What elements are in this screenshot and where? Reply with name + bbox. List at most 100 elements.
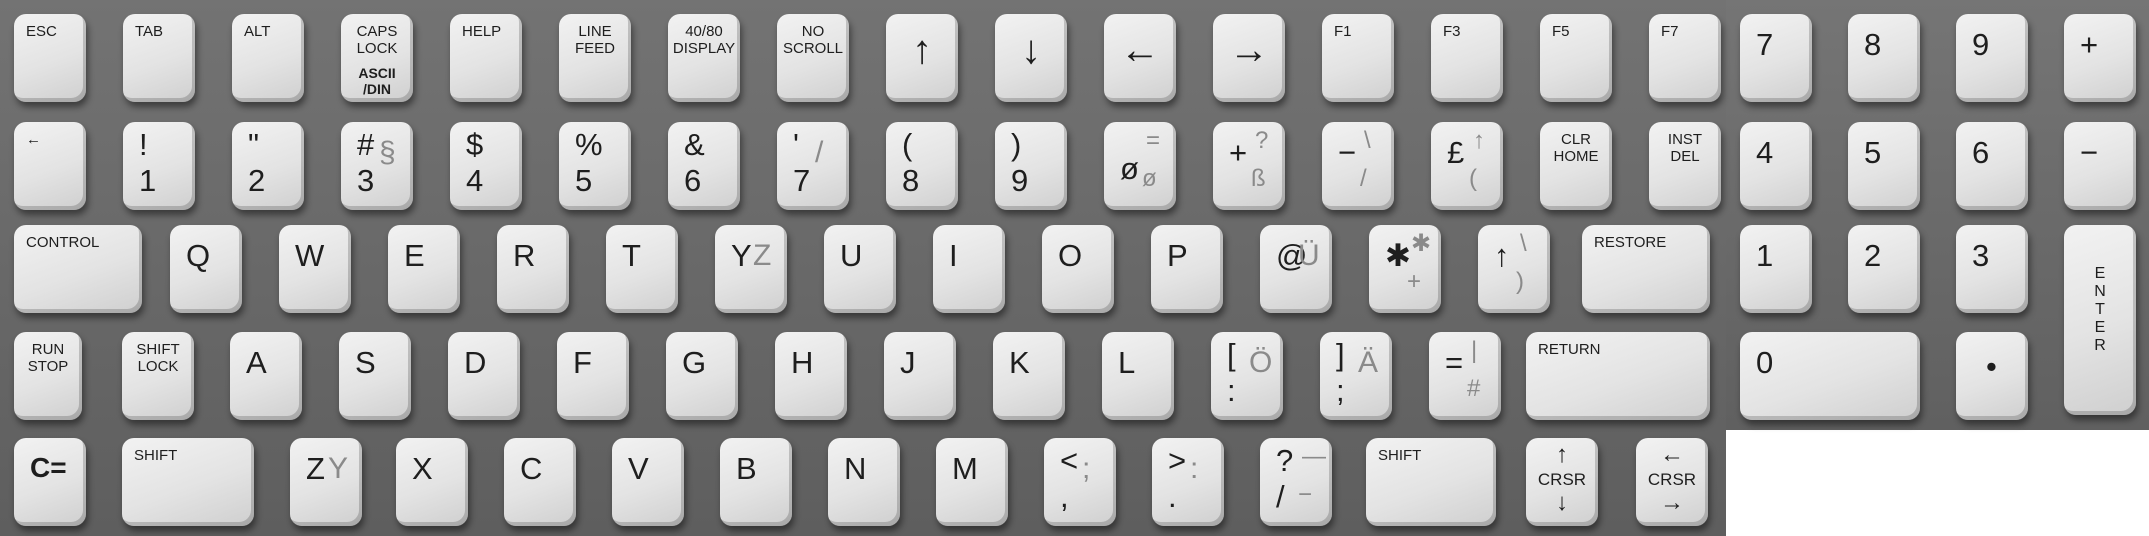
key-np-dot[interactable]: • <box>1956 332 2028 420</box>
key-l[interactable]: L <box>1102 332 1174 420</box>
key-up[interactable]: ↑ <box>886 14 958 102</box>
key-slash[interactable]: ? / — − <box>1260 438 1332 526</box>
key-q[interactable]: Q <box>170 225 242 313</box>
key-shift-left[interactable]: SHIFT <box>122 438 254 526</box>
key-k[interactable]: K <box>993 332 1065 420</box>
key-comma[interactable]: <,; <box>1044 438 1116 526</box>
key-p[interactable]: P <box>1151 225 1223 313</box>
key-secondary-legend: 4 <box>466 163 484 198</box>
key-tab[interactable]: TAB <box>123 14 195 102</box>
key-y[interactable]: YZ <box>715 225 787 313</box>
key-v[interactable]: V <box>612 438 684 526</box>
key-1[interactable]: ! 1 <box>123 122 195 210</box>
key-primary-legend: 7 <box>1756 27 1774 62</box>
key-o[interactable]: O <box>1042 225 1114 313</box>
key-m[interactable]: M <box>936 438 1008 526</box>
key-np0[interactable]: 0 <box>1740 332 1920 420</box>
key-np3[interactable]: 3 <box>1956 225 2028 313</box>
key-h[interactable]: H <box>775 332 847 420</box>
key-run-stop[interactable]: RUN STOP <box>14 332 82 420</box>
key-j[interactable]: J <box>884 332 956 420</box>
key-control[interactable]: CONTROL <box>14 225 142 313</box>
key-n[interactable]: N <box>828 438 900 526</box>
key-commodore[interactable]: C= <box>14 438 86 526</box>
key-crsr-updown[interactable]: ↑ CRSR ↓ <box>1526 438 1598 526</box>
key-line-feed[interactable]: LINE FEED <box>559 14 631 102</box>
key-5[interactable]: % 5 <box>559 122 631 210</box>
key-a[interactable]: A <box>230 332 302 420</box>
key-r[interactable]: R <box>497 225 569 313</box>
key-e[interactable]: E <box>388 225 460 313</box>
key-alt[interactable]: ALT <box>232 14 304 102</box>
key-t[interactable]: T <box>606 225 678 313</box>
key-8[interactable]: (8 <box>886 122 958 210</box>
key-left[interactable]: ← <box>1104 14 1176 102</box>
key-z[interactable]: ZY <box>290 438 362 526</box>
key-shift-lock[interactable]: SHIFT LOCK <box>122 332 194 420</box>
key-primary-legend: E <box>404 238 425 273</box>
key-c[interactable]: C <box>504 438 576 526</box>
key-u[interactable]: U <box>824 225 896 313</box>
key-alt-top-legend: ↑ <box>1473 127 1485 154</box>
key-return[interactable]: RETURN <box>1526 332 1710 420</box>
key-np2[interactable]: 2 <box>1848 225 1920 313</box>
key-at[interactable]: @ Ü <box>1260 225 1332 313</box>
key-np9[interactable]: 9 <box>1956 14 2028 102</box>
key-inst-del[interactable]: INST DEL <box>1649 122 1721 210</box>
key-no-scroll[interactable]: NO SCROLL <box>777 14 849 102</box>
key-f3[interactable]: F3 <box>1431 14 1503 102</box>
key-9[interactable]: ) 9 <box>995 122 1067 210</box>
key-caps-lock[interactable]: CAPS LOCK ASCII /DIN <box>341 14 413 102</box>
key-pound[interactable]: £ ↑ ( <box>1431 122 1503 210</box>
key-primary-legend: ( <box>902 127 913 162</box>
key-colon[interactable]: [: Ö <box>1211 332 1283 420</box>
key-x[interactable]: X <box>396 438 468 526</box>
key-shift-right[interactable]: SHIFT <box>1366 438 1496 526</box>
key-help[interactable]: HELP <box>450 14 522 102</box>
key-w[interactable]: W <box>279 225 351 313</box>
key-right[interactable]: → <box>1213 14 1285 102</box>
key-asterisk[interactable]: ✱ ✱ + <box>1369 225 1441 313</box>
key-restore[interactable]: RESTORE <box>1582 225 1710 313</box>
key-display-40-80[interactable]: 40/80 DISPLAY <box>668 14 740 102</box>
key-i[interactable]: I <box>933 225 1005 313</box>
key-clr-home[interactable]: CLR HOME <box>1540 122 1612 210</box>
key-4[interactable]: $4 <box>450 122 522 210</box>
key-minus[interactable]: − \ / <box>1322 122 1394 210</box>
key-s[interactable]: S <box>339 332 411 420</box>
key-f5[interactable]: F5 <box>1540 14 1612 102</box>
key-3[interactable]: #3 § <box>341 122 413 210</box>
key-6[interactable]: & 6 <box>668 122 740 210</box>
key-semicolon[interactable]: ]; Ä <box>1320 332 1392 420</box>
key-np7[interactable]: 7 <box>1740 14 1812 102</box>
key-equals[interactable]: = | # <box>1429 332 1501 420</box>
key-plus[interactable]: +? ß <box>1213 122 1285 210</box>
key-esc[interactable]: ESC <box>14 14 86 102</box>
key-f7[interactable]: F7 <box>1649 14 1721 102</box>
key-d[interactable]: D <box>448 332 520 420</box>
key-np4[interactable]: 4 <box>1740 122 1812 210</box>
key-0[interactable]: ø = ø <box>1104 122 1176 210</box>
key-2[interactable]: " 2 <box>232 122 304 210</box>
key-np-plus[interactable]: + <box>2064 14 2136 102</box>
key-np1[interactable]: 1 <box>1740 225 1812 313</box>
key-crsr-leftright[interactable]: ← CRSR → <box>1636 438 1708 526</box>
key-b[interactable]: B <box>720 438 792 526</box>
key-arrow-left[interactable]: ← <box>14 122 86 210</box>
key-f1[interactable]: F1 <box>1322 14 1394 102</box>
key-np-minus[interactable]: − <box>2064 122 2136 210</box>
key-g[interactable]: G <box>666 332 738 420</box>
key-primary-legend: Q <box>186 238 211 273</box>
key-period[interactable]: >.: <box>1152 438 1224 526</box>
key-np6[interactable]: 6 <box>1956 122 2028 210</box>
key-up-arrow[interactable]: ↑ \) <box>1478 225 1550 313</box>
key-np-enter[interactable]: E N T E R <box>2064 225 2136 415</box>
key-secondary-legend: . <box>1168 479 1177 514</box>
key-np8[interactable]: 8 <box>1848 14 1920 102</box>
key-np5[interactable]: 5 <box>1848 122 1920 210</box>
key-f[interactable]: F <box>557 332 629 420</box>
key-7[interactable]: ' 7/ <box>777 122 849 210</box>
key-secondary-legend: 6 <box>684 163 702 198</box>
key-alt-legend: Y <box>328 452 349 485</box>
key-down[interactable]: ↓ <box>995 14 1067 102</box>
